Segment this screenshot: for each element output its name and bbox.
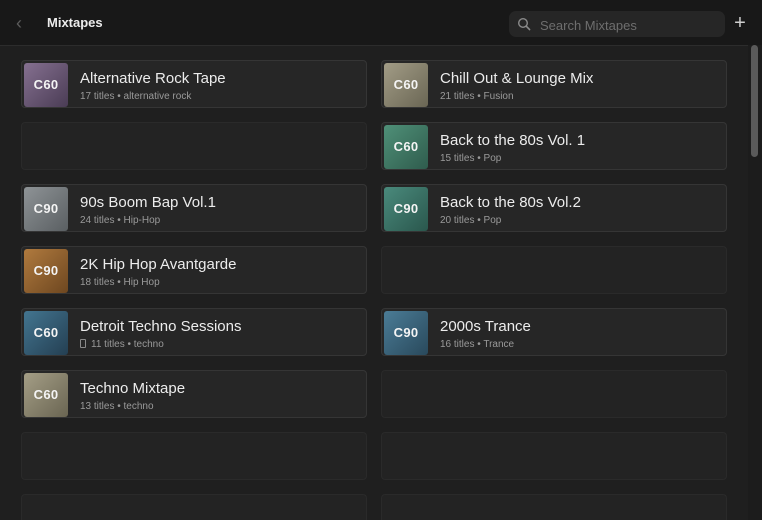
search-icon <box>517 17 531 31</box>
tape-thumbnail: C90 <box>384 311 428 355</box>
empty-slot <box>21 432 367 480</box>
vertical-scrollbar[interactable] <box>748 45 762 520</box>
mixtape-subtitle: 21 titles • Fusion <box>440 91 514 102</box>
mixtape-title: Detroit Techno Sessions <box>80 318 242 335</box>
mixtape-card[interactable]: C90 Back to the 80s Vol.2 20 titles • Po… <box>381 184 727 232</box>
mixtape-title: Alternative Rock Tape <box>80 70 226 87</box>
tape-thumbnail: C60 <box>384 63 428 107</box>
scrollbar-thumb[interactable] <box>751 45 758 157</box>
mixtape-card[interactable]: C60 Alternative Rock Tape 17 titles • al… <box>21 60 367 108</box>
mixtape-subtitle: 16 titles • Trance <box>440 339 515 350</box>
empty-slot <box>21 494 367 520</box>
mixtape-title: 2000s Trance <box>440 318 531 335</box>
mixtape-subtitle: 24 titles • Hip-Hop <box>80 215 161 226</box>
page-title: Mixtapes <box>47 15 103 30</box>
tape-thumbnail: C90 <box>24 187 68 231</box>
tape-thumbnail: C90 <box>24 249 68 293</box>
mixtape-title: Techno Mixtape <box>80 380 186 397</box>
mixtape-card[interactable]: C60 Back to the 80s Vol. 1 15 titles • P… <box>381 122 727 170</box>
mixtape-card[interactable]: C60 Detroit Techno Sessions 11 titles • … <box>21 308 367 356</box>
back-chevron-icon[interactable]: ‹ <box>16 13 30 33</box>
mixtape-title: 90s Boom Bap Vol.1 <box>80 194 216 211</box>
tape-thumbnail: C60 <box>384 125 428 169</box>
empty-slot <box>381 246 727 294</box>
empty-slot <box>21 122 367 170</box>
mixtape-title: 2K Hip Hop Avantgarde <box>80 256 237 273</box>
mixtape-card[interactable]: C60 Techno Mixtape 13 titles • techno <box>21 370 367 418</box>
tape-thumbnail: C60 <box>24 311 68 355</box>
empty-slot <box>381 494 727 520</box>
mixtape-subtitle: 15 titles • Pop <box>440 153 502 164</box>
mixtape-card[interactable]: C90 2K Hip Hop Avantgarde 18 titles • Hi… <box>21 246 367 294</box>
tape-thumbnail: C60 <box>24 63 68 107</box>
mixtape-subtitle: 20 titles • Pop <box>440 215 502 226</box>
mixtape-title: Back to the 80s Vol.2 <box>440 194 581 211</box>
mixtape-subtitle: 18 titles • Hip Hop <box>80 277 160 288</box>
empty-slot <box>381 432 727 480</box>
mixtape-subtitle: 13 titles • techno <box>80 401 154 412</box>
title-bar: ‹ Mixtapes + <box>0 0 762 46</box>
phone-icon <box>80 339 86 348</box>
mixtape-card[interactable]: C90 90s Boom Bap Vol.1 24 titles • Hip-H… <box>21 184 367 232</box>
mixtape-title: Chill Out & Lounge Mix <box>440 70 594 87</box>
mixtape-title: Back to the 80s Vol. 1 <box>440 132 586 149</box>
mixtape-card[interactable]: C60 Chill Out & Lounge Mix 21 titles • F… <box>381 60 727 108</box>
tape-thumbnail: C90 <box>384 187 428 231</box>
tape-thumbnail: C60 <box>24 373 68 417</box>
mixtape-card[interactable]: C90 2000s Trance 16 titles • Trance <box>381 308 727 356</box>
mixtape-subtitle: 17 titles • alternative rock <box>80 91 192 102</box>
mixtape-subtitle: 11 titles • techno <box>91 339 164 350</box>
search-input[interactable] <box>538 14 722 36</box>
search-field[interactable] <box>509 11 725 37</box>
empty-slot <box>381 370 727 418</box>
add-icon[interactable]: + <box>731 12 749 34</box>
mixtape-subtitle-row: 11 titles • techno <box>80 339 164 350</box>
